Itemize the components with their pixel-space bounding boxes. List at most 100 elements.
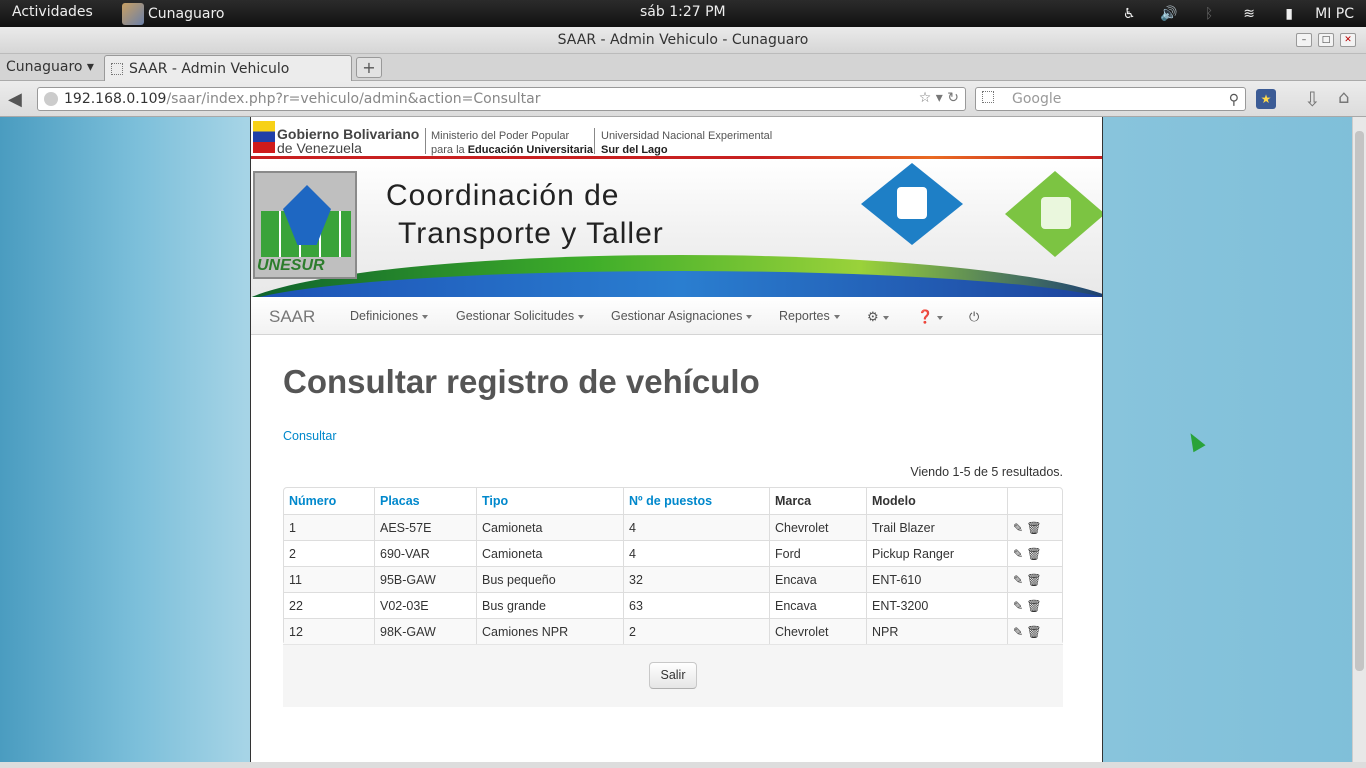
- table-cell: Trail Blazer: [866, 514, 1007, 540]
- table-cell: 2: [623, 618, 769, 644]
- table-cell: 63: [623, 592, 769, 618]
- chevron-down-icon: [578, 314, 585, 319]
- brand-link[interactable]: SAAR: [269, 307, 315, 327]
- delete-icon[interactable]: 🗑: [1023, 521, 1041, 535]
- exit-button[interactable]: Salir: [649, 662, 697, 689]
- edit-icon[interactable]: ✎: [1013, 625, 1023, 639]
- app-menu[interactable]: Cunaguaro: [122, 1, 224, 26]
- table-cell: 95B-GAW: [374, 566, 476, 592]
- minimize-icon[interactable]: –: [1296, 33, 1312, 47]
- banner-title: Coordinación de Transporte y Taller: [386, 177, 664, 253]
- row-actions: ✎ 🗑: [1007, 540, 1062, 566]
- edit-icon[interactable]: ✎: [1013, 521, 1023, 535]
- column-header-actions: [1007, 488, 1062, 514]
- status-bar: [0, 762, 1366, 768]
- university-line-2: Sur del Lago: [601, 144, 668, 156]
- search-box[interactable]: Google ⚲: [975, 87, 1246, 111]
- tab-active[interactable]: SAAR - Admin Vehiculo: [104, 55, 352, 81]
- chevron-down-icon: [746, 314, 753, 319]
- tab-group-menu[interactable]: Cunaguaro ▾: [6, 59, 94, 75]
- new-tab-button[interactable]: +: [356, 57, 382, 78]
- gov-label: Gobierno Bolivariano de Venezuela: [277, 127, 419, 155]
- sort-link[interactable]: Nº de puestos: [629, 494, 712, 508]
- download-icon[interactable]: ⇩: [1304, 87, 1321, 111]
- table-cell: V02-03E: [374, 592, 476, 618]
- close-icon[interactable]: ✕: [1340, 33, 1356, 47]
- sort-link[interactable]: Tipo: [482, 494, 508, 508]
- wifi-icon[interactable]: ≋: [1229, 6, 1269, 22]
- column-header[interactable]: Placas: [374, 488, 476, 514]
- bookmarks-icon[interactable]: ★: [1256, 89, 1276, 109]
- chevron-down-icon: [833, 314, 840, 319]
- breadcrumb-consultar[interactable]: Consultar: [283, 429, 337, 443]
- edit-icon[interactable]: ✎: [1013, 573, 1023, 587]
- menu-gestionar-solicitudes[interactable]: Gestionar Solicitudes: [456, 309, 585, 323]
- menu-gestionar-asignaciones[interactable]: Gestionar Asignaciones: [611, 309, 753, 323]
- ministry-line-2b: Educación Universitaria: [467, 144, 594, 156]
- volume-icon[interactable]: 🔊: [1149, 6, 1189, 22]
- url-bar-actions: ☆ ▾ ↻: [919, 90, 959, 106]
- column-header[interactable]: Número: [284, 488, 374, 514]
- menu-help[interactable]: ❓: [917, 309, 944, 325]
- menu-settings[interactable]: ⚙: [867, 309, 889, 325]
- menu-label: Gestionar Solicitudes: [456, 309, 575, 323]
- delete-icon[interactable]: 🗑: [1023, 547, 1041, 561]
- delete-icon[interactable]: 🗑: [1023, 573, 1041, 587]
- navigation-bar: ◀ 192.168.0.109/saar/index.php?r=vehicul…: [0, 81, 1366, 117]
- menu-definiciones[interactable]: Definiciones: [350, 309, 429, 323]
- table-cell: AES-57E: [374, 514, 476, 540]
- column-header[interactable]: Nº de puestos: [623, 488, 769, 514]
- clock[interactable]: sáb 1:27 PM: [640, 4, 726, 20]
- delete-icon[interactable]: 🗑: [1023, 599, 1041, 613]
- accessibility-icon[interactable]: ♿: [1109, 6, 1149, 22]
- table-cell: Camioneta: [476, 514, 623, 540]
- logout-button[interactable]: ⏻: [969, 309, 979, 325]
- window-title: SAAR - Admin Vehiculo - Cunaguaro: [557, 32, 809, 48]
- user-menu[interactable]: MI PC: [1309, 6, 1366, 22]
- edit-icon[interactable]: ✎: [1013, 547, 1023, 561]
- page-title: Consultar registro de vehículo: [283, 363, 760, 400]
- bus-green-icon: [1005, 171, 1102, 257]
- table-cell: Bus grande: [476, 592, 623, 618]
- chevron-down-icon: [937, 315, 944, 320]
- tab-bar: Cunaguaro ▾ SAAR - Admin Vehiculo +: [0, 54, 1366, 81]
- table-cell: 1: [284, 514, 374, 540]
- table-cell: Pickup Ranger: [866, 540, 1007, 566]
- delete-icon[interactable]: 🗑: [1023, 625, 1041, 639]
- edit-icon[interactable]: ✎: [1013, 599, 1023, 613]
- table-cell: 32: [623, 566, 769, 592]
- table-row: 22 V02-03E Bus grande 63 Encava ENT-3200 ✎ 🗑: [284, 592, 1062, 618]
- column-header[interactable]: Tipo: [476, 488, 623, 514]
- url-bar[interactable]: 192.168.0.109/saar/index.php?r=vehiculo/…: [37, 87, 966, 111]
- back-icon[interactable]: ◀: [8, 89, 22, 110]
- table-cell: Chevrolet: [769, 618, 866, 644]
- bluetooth-icon[interactable]: ᛒ: [1189, 6, 1229, 22]
- activities-button[interactable]: Actividades: [12, 4, 93, 20]
- scrollbar-thumb[interactable]: [1355, 131, 1364, 671]
- maximize-icon[interactable]: □: [1318, 33, 1334, 47]
- scrollbar[interactable]: [1352, 117, 1366, 762]
- search-icon[interactable]: ⚲: [1229, 89, 1239, 111]
- bookmark-star-icon[interactable]: ☆: [919, 90, 932, 106]
- sort-link[interactable]: Placas: [380, 494, 420, 508]
- url-path: /saar/index.php?r=vehiculo/admin&action=…: [166, 91, 541, 107]
- gear-icon: ⚙: [867, 309, 879, 324]
- chevron-down-icon: [422, 314, 429, 319]
- sort-link[interactable]: Número: [289, 494, 336, 508]
- home-icon[interactable]: ⌂: [1338, 87, 1349, 108]
- history-dropdown-icon[interactable]: ▾: [936, 90, 943, 106]
- battery-icon[interactable]: ▮: [1269, 6, 1309, 22]
- results-summary: Viendo 1-5 de 5 resultados.: [910, 465, 1063, 479]
- menu-reportes[interactable]: Reportes: [779, 309, 840, 323]
- chevron-down-icon: [882, 315, 889, 320]
- power-icon: ⏻: [969, 309, 980, 324]
- site-identity-icon[interactable]: [44, 92, 58, 106]
- reload-icon[interactable]: ↻: [947, 90, 959, 106]
- table-cell: Camiones NPR: [476, 618, 623, 644]
- search-engine-icon[interactable]: [982, 91, 994, 103]
- table-cell: Chevrolet: [769, 514, 866, 540]
- table-cell: Bus pequeño: [476, 566, 623, 592]
- page-viewport: Gobierno Bolivariano de Venezuela Minist…: [0, 117, 1366, 762]
- table-cell: Camioneta: [476, 540, 623, 566]
- tab-label: SAAR - Admin Vehiculo: [129, 60, 290, 77]
